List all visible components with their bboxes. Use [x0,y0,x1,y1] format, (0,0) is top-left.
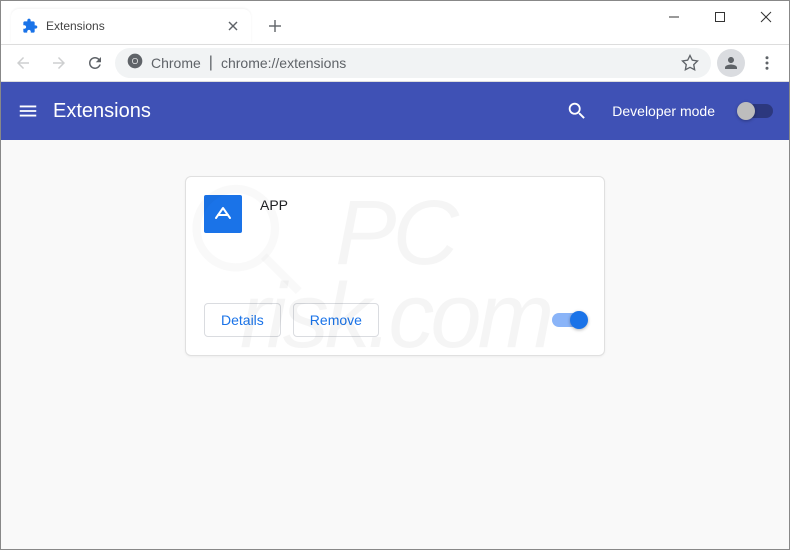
url-origin-label: Chrome [151,55,201,71]
developer-mode-toggle[interactable] [739,104,773,118]
toggle-knob [737,102,755,120]
reload-button[interactable] [79,47,111,79]
window-minimize-button[interactable] [651,1,697,33]
profile-avatar[interactable] [715,47,747,79]
remove-button[interactable]: Remove [293,303,379,337]
page-title: Extensions [53,100,552,123]
browser-toolbar: Chrome | chrome://extensions [1,44,789,82]
forward-button[interactable] [43,47,75,79]
extension-enable-toggle[interactable] [552,313,586,327]
browser-tab[interactable]: Extensions [11,9,251,43]
address-bar[interactable]: Chrome | chrome://extensions [115,48,711,78]
tab-strip: Extensions [11,9,289,43]
developer-mode-label: Developer mode [612,103,715,119]
chrome-menu-button[interactable] [751,47,783,79]
tab-close-icon[interactable] [226,19,240,33]
toggle-knob [570,311,588,329]
content-area: APP Details Remove [1,140,789,549]
window-maximize-button[interactable] [697,1,743,33]
url-divider: | [209,54,213,72]
details-button[interactable]: Details [204,303,281,337]
extension-app-icon [204,195,242,233]
tab-title: Extensions [46,19,218,33]
back-button[interactable] [7,47,39,79]
search-icon[interactable] [566,100,588,122]
bookmark-star-icon[interactable] [681,54,699,72]
extensions-header: Extensions Developer mode [1,82,789,140]
hamburger-menu-icon[interactable] [17,100,39,122]
extension-card: APP Details Remove [185,176,605,356]
new-tab-button[interactable] [261,12,289,40]
extension-puzzle-icon [22,18,38,34]
extension-name: APP [260,197,288,303]
url-path: chrome://extensions [221,55,346,71]
window-close-button[interactable] [743,1,789,33]
chrome-logo-icon [127,53,143,74]
